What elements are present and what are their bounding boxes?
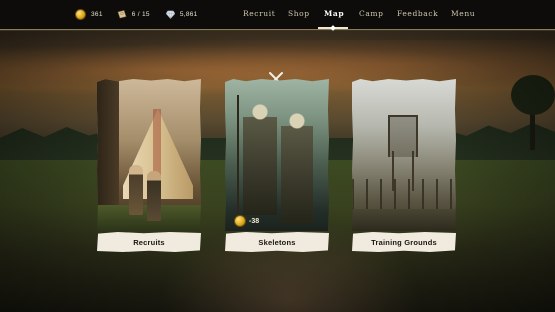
card-label-training-grounds: Training Grounds — [352, 232, 456, 252]
skeleton-cost: -38 — [234, 215, 259, 227]
skeletons-art: -38 — [225, 79, 329, 231]
coin-icon — [234, 215, 246, 227]
nav-menu[interactable]: Menu — [451, 9, 475, 18]
card-skeletons[interactable]: -38 Skeletons — [225, 79, 329, 254]
card-recruits[interactable]: Recruits — [97, 79, 201, 254]
recruits-art — [97, 79, 201, 231]
card-label-recruits: Recruits — [97, 232, 201, 252]
card-training-grounds[interactable]: Training Grounds — [352, 79, 456, 254]
cost-value: -38 — [249, 217, 260, 225]
nav-camp[interactable]: Camp — [359, 9, 384, 18]
active-tab-indicator — [318, 27, 348, 29]
nav-map[interactable]: Map — [324, 9, 344, 18]
card-label-skeletons: Skeletons — [225, 232, 329, 252]
nav-feedback[interactable]: Feedback — [397, 9, 438, 18]
training-grounds-art — [352, 79, 456, 231]
nav-shop[interactable]: Shop — [288, 9, 310, 18]
top-bar: 361 6 / 15 5,861 Recruit Shop Map Camp F… — [0, 0, 555, 30]
main-nav: Recruit Shop Map Camp Feedback Menu — [0, 0, 555, 29]
nav-recruit[interactable]: Recruit — [243, 9, 275, 18]
